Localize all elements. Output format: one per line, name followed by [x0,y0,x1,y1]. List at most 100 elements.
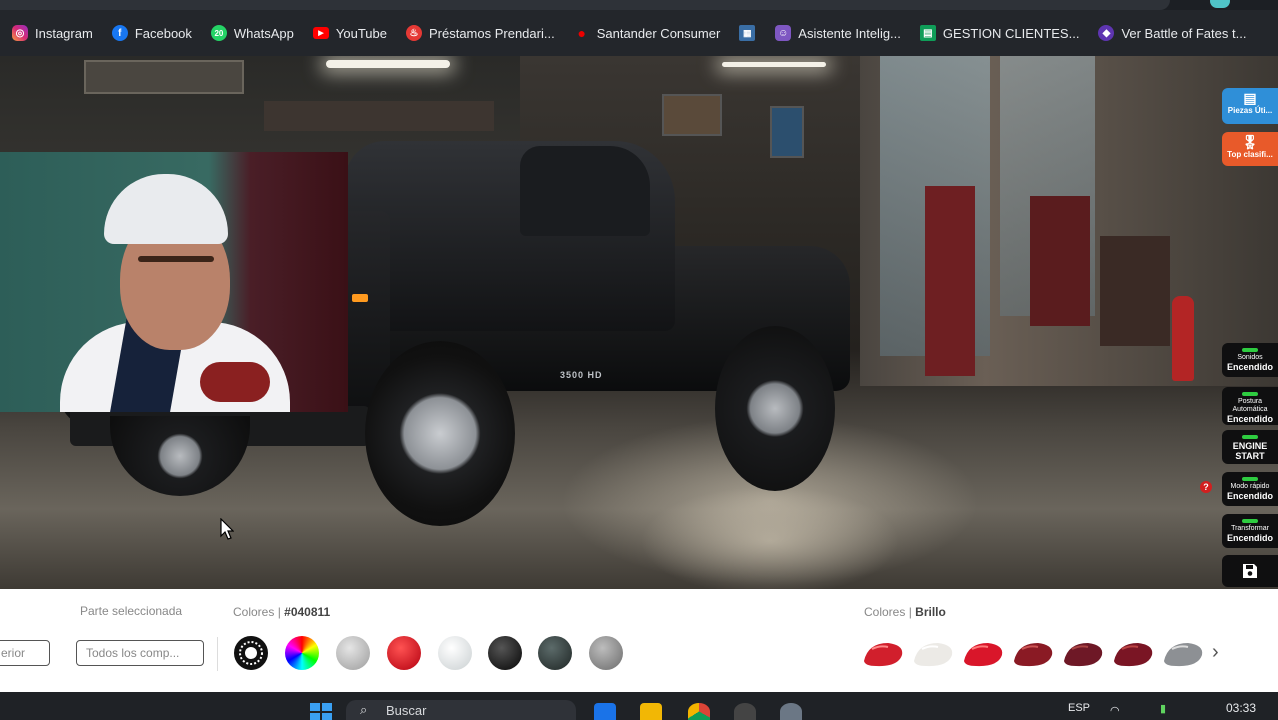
address-bar[interactable] [0,0,1170,10]
button-label: Piezas Úti... [1227,106,1273,115]
bookmark-gestion[interactable]: ▤ GESTION CLIENTES... [918,19,1087,47]
youtube-icon: ▶ [312,27,329,39]
folder-icon[interactable] [640,703,662,720]
modo-rapido-toggle[interactable]: Modo rápido Encendido [1222,472,1278,506]
engine-label: ENGINE START [1232,441,1268,461]
status-led [1242,348,1258,352]
toggle-title: Modo rápido [1230,483,1270,490]
dial-icon [239,641,263,665]
bookmark-instagram[interactable]: ◎ Instagram [10,19,100,47]
chrome-icon[interactable] [688,703,710,720]
whatsapp-icon: 20 [210,25,227,41]
paint-sample[interactable] [912,639,956,669]
mouse-cursor-icon [220,518,234,540]
recorder-icon[interactable] [734,703,756,720]
color-swatch[interactable] [336,636,370,670]
bookmark-label: Asistente Intelig... [798,25,901,41]
taskbar-search[interactable]: ⌕ Buscar [346,700,576,720]
left-front-wheel[interactable] [110,416,250,496]
paint-sample[interactable] [1012,639,1056,669]
top-clasificacion-button[interactable]: 🎖 Top clasifi... [1222,132,1278,166]
search-placeholder: Buscar [386,703,427,718]
color-wheel-swatch[interactable] [285,636,319,670]
store-icon[interactable] [594,703,616,720]
paint-sample[interactable] [862,639,906,669]
workbench [1100,236,1170,346]
bookmark-santander[interactable]: ● Santander Consumer [572,19,728,47]
select-value: Todos los comp... [86,646,180,660]
custom-color-picker-icon[interactable] [234,636,268,670]
status-led [1242,435,1258,439]
bookmark-label: Ver Battle of Fates t... [1121,25,1247,41]
customization-panel: Parte seleccionada erior Todos los comp.… [0,589,1278,692]
button-label: Top clasifi... [1227,150,1273,159]
battery-icon[interactable]: ▮ [1160,702,1166,715]
finish-heading: Colores | Brillo [864,605,946,619]
windows-start-icon[interactable] [310,703,332,720]
part-label: Parte seleccionada [80,604,183,618]
sonidos-toggle[interactable]: Sonidos Encendido [1222,343,1278,377]
bookmark-label: GESTION CLIENTES... [942,25,1080,41]
bookmark-youtube[interactable]: ▶ YouTube [311,19,394,47]
facebook-icon: f [111,25,128,41]
bookmark-battle[interactable]: ◆ Ver Battle of Fates t... [1096,19,1253,47]
toggle-title: Postura Automática [1232,398,1268,413]
bookmark-prestamos[interactable]: ♨ Préstamos Prendari... [404,19,562,47]
medal-icon: 🎖 [1241,134,1259,150]
webcam-overlay [0,152,348,412]
paint-sample[interactable] [1162,639,1206,669]
color-swatch[interactable] [488,636,522,670]
language-indicator[interactable]: ESP [1068,702,1090,714]
profile-avatar[interactable] [1210,0,1230,8]
assistant-icon: ☺ [775,25,792,41]
truck-window[interactable] [520,146,650,236]
flame-icon: ♨ [405,25,422,41]
wall-poster [662,94,722,136]
front-wheel[interactable] [365,341,515,526]
instagram-icon: ◎ [12,25,28,41]
bookmark-label: Préstamos Prendari... [428,25,555,41]
santander-icon: ● [577,25,586,41]
colors-heading: Colores | #040811 [233,605,331,619]
part-select[interactable]: Todos los comp... [76,640,204,666]
bookmark-label: Instagram [35,25,93,41]
engine-start-button[interactable]: ENGINE START [1222,430,1278,464]
settings-icon[interactable] [780,703,802,720]
exterior-select[interactable]: erior [0,640,50,666]
paint-sample[interactable] [962,639,1006,669]
bookmark-asistente[interactable]: ☺ Asistente Intelig... [773,19,908,47]
divider [217,637,218,671]
grid-icon: ▦ [739,25,756,41]
piezas-utiles-button[interactable]: ▤ Piezas Úti... [1222,88,1278,124]
bookmark-label: Facebook [134,25,192,41]
chevron-right-icon[interactable]: › [1212,641,1219,664]
transformar-toggle[interactable]: Transformar Encendido [1222,514,1278,548]
document-icon: ▤ [1243,90,1257,106]
tool-cabinet [1030,196,1090,326]
bookmark-label: YouTube [335,25,387,41]
truck-badge: 3500 HD [560,370,603,380]
color-swatch[interactable] [538,636,572,670]
rear-wheel[interactable] [715,326,835,491]
color-swatch[interactable] [438,636,472,670]
toggle-title: Sonidos [1237,354,1263,361]
bookmark-grid[interactable]: ▦ [737,19,769,47]
bookmark-label: Santander Consumer [596,25,721,41]
wifi-icon[interactable]: ◠ [1110,704,1120,717]
bookmark-whatsapp[interactable]: 20 WhatsApp [209,19,301,47]
help-badge[interactable]: ? [1200,481,1212,493]
color-swatch[interactable] [589,636,623,670]
wall-sign [84,60,244,94]
truck-marker-light[interactable] [352,294,368,302]
tool-cabinet [925,186,975,376]
status-led [1242,519,1258,523]
bookmark-facebook[interactable]: f Facebook [110,19,199,47]
color-swatch[interactable] [387,636,421,670]
paint-sample[interactable] [1062,639,1106,669]
postura-automatica-toggle[interactable]: Postura Automática Encendido [1222,387,1278,425]
save-button[interactable] [1222,555,1278,587]
ceiling-light [722,62,826,67]
select-value: erior [1,646,26,660]
clock[interactable]: 03:33 [1226,701,1256,715]
paint-sample[interactable] [1112,639,1156,669]
